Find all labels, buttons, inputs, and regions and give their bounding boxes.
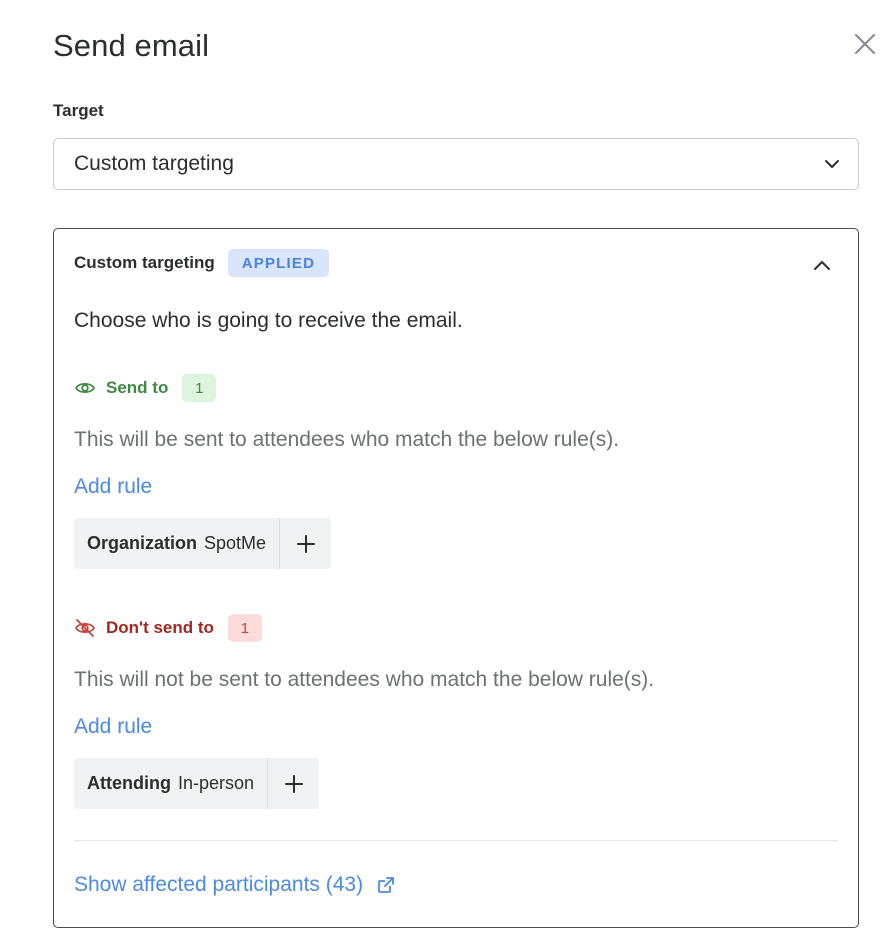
close-icon (854, 33, 876, 55)
dont-send-to-heading: Don't send to 1 (74, 614, 262, 642)
custom-targeting-header[interactable]: Custom targeting APPLIED (74, 248, 838, 278)
panel-divider (74, 840, 838, 841)
rule-value: In-person (177, 773, 255, 793)
send-to-label: Send to (106, 378, 169, 397)
external-link-icon (378, 877, 395, 893)
target-label: Target (53, 101, 104, 120)
dont-send-to-description: This will not be sent to attendees who m… (74, 668, 655, 691)
dont-send-to-label: Don't send to (106, 618, 214, 637)
rule-value: SpotMe (204, 533, 267, 553)
send-email-dialog: Send email Target Custom targeting Custo… (0, 0, 894, 952)
custom-targeting-panel: Custom targeting APPLIED Choose who is g… (53, 228, 859, 928)
chevron-up-icon[interactable] (812, 256, 832, 276)
show-affected-label: Show affected participants (43) (74, 873, 364, 896)
send-to-rule-chip[interactable]: Organization SpotMe (74, 518, 332, 569)
send-to-add-rule-link[interactable]: Add rule (74, 475, 152, 499)
eye-icon (75, 382, 95, 394)
plus-icon (284, 774, 303, 793)
send-to-heading: Send to 1 (74, 374, 217, 402)
rule-chip-label: Attending In-person (74, 758, 267, 809)
dont-send-to-count: 1 (227, 614, 262, 642)
panel-intro: Choose who is going to receive the email… (74, 309, 463, 332)
close-button[interactable] (851, 30, 879, 58)
rule-key: Organization (87, 533, 198, 553)
applied-badge: APPLIED (227, 249, 330, 277)
dialog-title: Send email (53, 28, 210, 63)
add-condition-button[interactable] (267, 758, 319, 809)
rule-key: Attending (87, 773, 171, 793)
target-select-value: Custom targeting (74, 152, 234, 175)
chevron-down-icon (825, 160, 839, 168)
send-to-description: This will be sent to attendees who match… (74, 428, 620, 451)
panel-title: Custom targeting (74, 253, 215, 272)
eye-off-icon (75, 619, 95, 637)
show-affected-participants-link[interactable]: Show affected participants (43) (74, 873, 396, 897)
target-select[interactable]: Custom targeting (53, 138, 859, 190)
add-condition-button[interactable] (279, 518, 331, 569)
rule-chip-label: Organization SpotMe (74, 518, 279, 569)
send-to-count: 1 (182, 374, 217, 402)
dont-send-to-rule-chip[interactable]: Attending In-person (74, 758, 320, 809)
dont-send-to-add-rule-link[interactable]: Add rule (74, 715, 152, 739)
plus-icon (296, 534, 315, 553)
